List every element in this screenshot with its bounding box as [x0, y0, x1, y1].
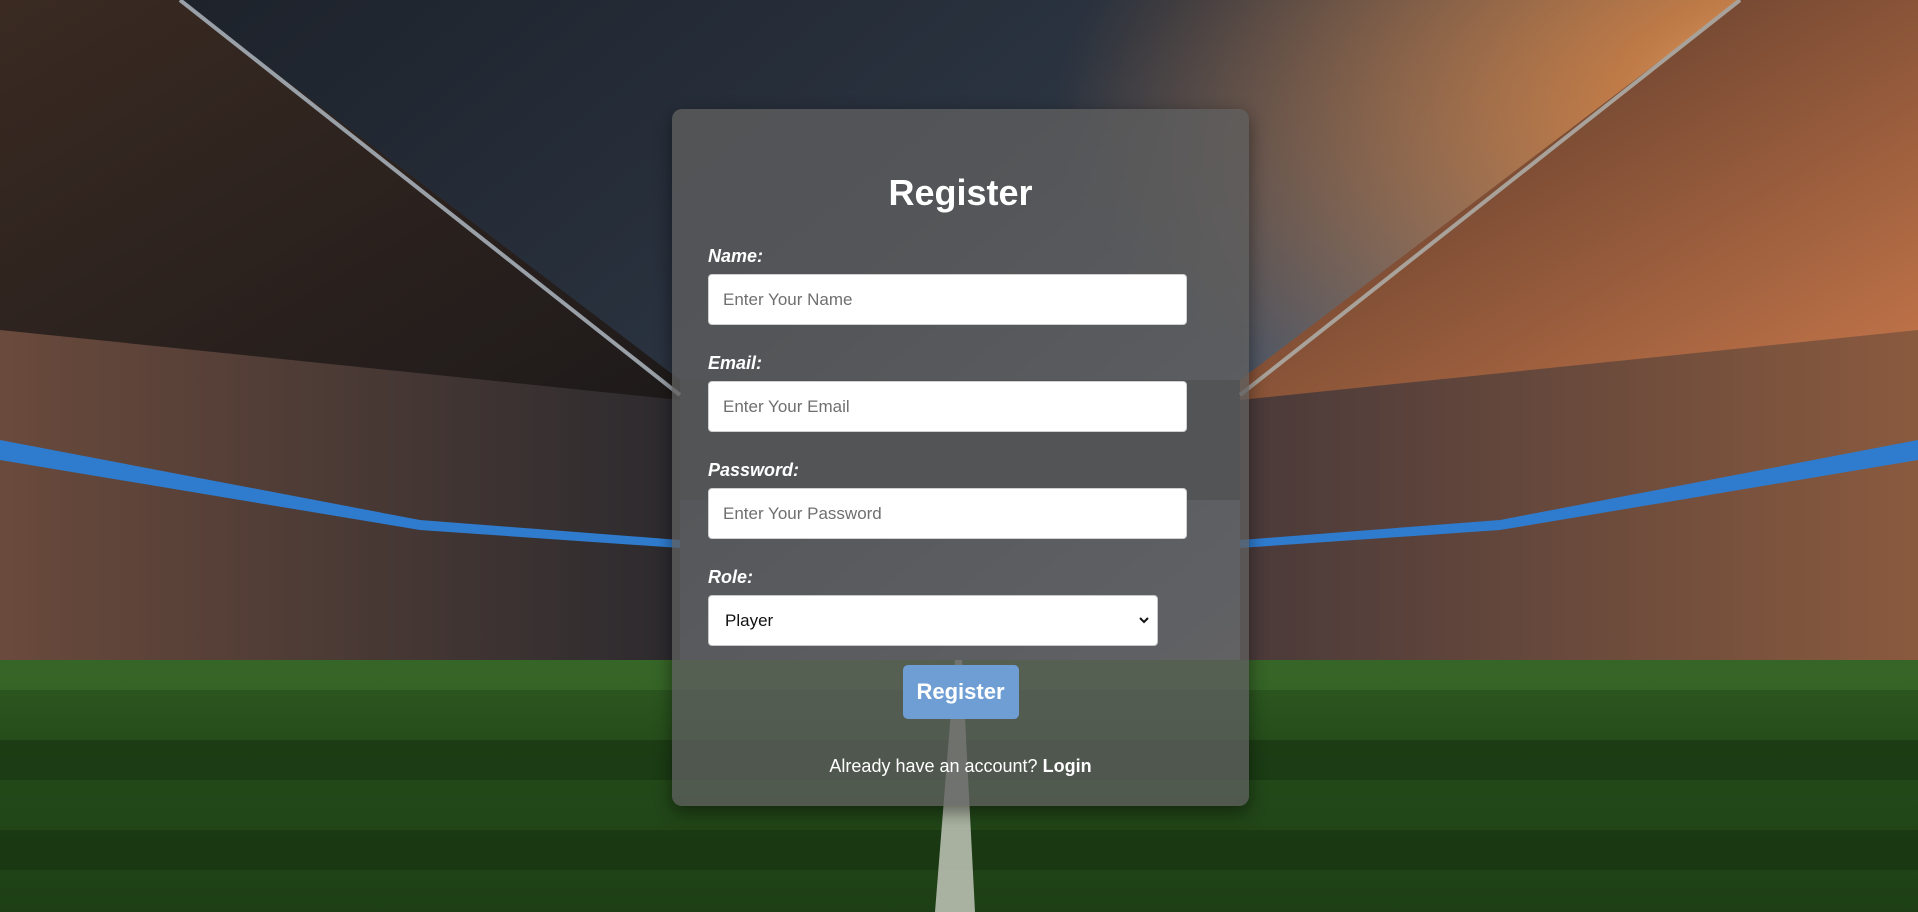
register-card: Register Name: Email: Password: Role: Pl… — [672, 109, 1249, 806]
page-title: Register — [888, 172, 1033, 213]
password-input[interactable] — [708, 488, 1187, 539]
login-link[interactable]: Login — [1043, 756, 1092, 776]
name-label: Name: — [708, 246, 764, 266]
role-label: Role: — [708, 567, 753, 587]
email-label: Email: — [708, 353, 763, 373]
register-button[interactable]: Register — [902, 665, 1019, 719]
role-select-wrapper: Player — [708, 595, 1158, 646]
email-input[interactable] — [708, 381, 1187, 432]
password-label: Password: — [708, 460, 800, 480]
login-prompt-text: Already have an account? — [829, 756, 1038, 776]
name-input[interactable] — [708, 274, 1187, 325]
register-page: Register Name: Email: Password: Role: Pl… — [0, 0, 1918, 912]
role-select[interactable]: Player — [708, 595, 1158, 646]
login-prompt-line: Already have an account? Login — [708, 755, 1213, 777]
submit-row: Register — [708, 665, 1213, 719]
